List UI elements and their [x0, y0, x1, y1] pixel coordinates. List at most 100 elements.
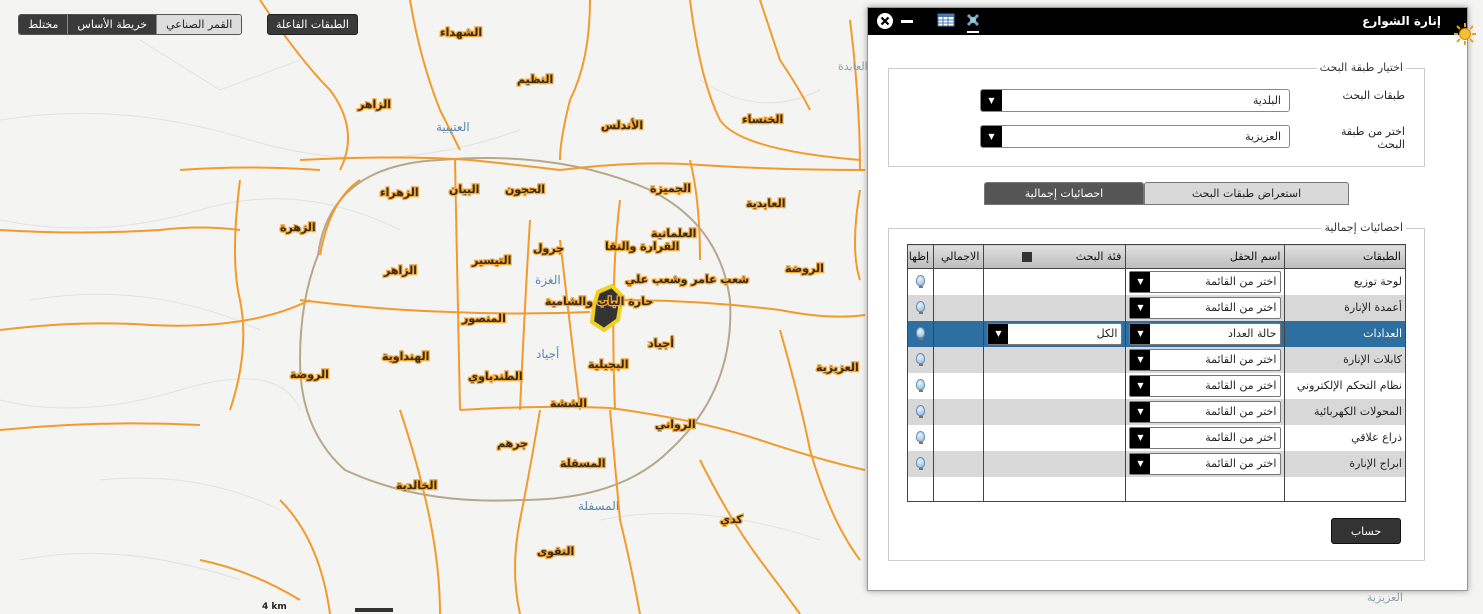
chevron-down-icon[interactable]: ▼ — [1130, 297, 1151, 318]
district-label: الزهراء — [380, 186, 419, 199]
field-select[interactable]: ▼ حالة العداد — [1129, 322, 1282, 345]
lightbulb-icon[interactable] — [916, 352, 925, 366]
total-cell — [933, 268, 985, 295]
district-label: الروضة — [290, 368, 329, 381]
table-row[interactable]: كابلات الإنارة ▼ اختر من القائمة — [906, 346, 1406, 373]
district-label: الهنداوية — [382, 350, 429, 363]
calculate-button[interactable]: حساب — [1331, 518, 1401, 544]
field-select-value: اختر من القائمة — [1205, 274, 1277, 288]
district-label: الجميزة — [650, 182, 691, 195]
total-cell — [933, 398, 985, 425]
sublayer-value: العزيزية — [1245, 130, 1281, 143]
table-row[interactable]: نظام التحكم الإلكتروني ▼ اختر من القائمة — [906, 372, 1406, 399]
checkbox-icon[interactable] — [1022, 252, 1033, 262]
chevron-down-icon[interactable]: ▼ — [1130, 453, 1151, 474]
field-select[interactable]: ▼ اختر من القائمة — [1129, 270, 1282, 293]
lightbulb-icon[interactable] — [916, 430, 925, 444]
table-header-row: الطبقات اسم الحقل فئة البحث الاجمالي إظه… — [906, 244, 1406, 269]
field-select-value: اختر من القائمة — [1205, 352, 1277, 366]
district-label: الزاهر — [357, 98, 391, 111]
tab-browse-search-layers[interactable]: استعراض طبقات البحث — [1144, 182, 1349, 205]
district-label: المسفلة — [560, 457, 606, 470]
table-row[interactable]: ذراع علاقي ▼ اختر من القائمة — [906, 424, 1406, 451]
layer-cell: لوحة توزيع — [1284, 268, 1406, 295]
minimize-icon[interactable] — [900, 12, 914, 30]
district-label: العابدية — [746, 197, 786, 210]
scale-bar — [355, 608, 393, 612]
category-cell — [983, 450, 1127, 477]
tools-icon[interactable] — [964, 12, 982, 34]
category-cell — [983, 268, 1127, 295]
table-row[interactable]: ابراج الإنارة ▼ اختر من القائمة — [906, 450, 1406, 477]
table-row-selected[interactable]: العدادات ▼ حالة العداد ▼ الكل — [906, 320, 1406, 347]
panel-title: إنارة الشوارع — [1362, 14, 1441, 28]
chevron-down-icon[interactable]: ▼ — [1130, 349, 1151, 370]
chevron-down-icon[interactable]: ▼ — [981, 90, 1002, 111]
search-layers-value: البلدية — [1252, 94, 1281, 107]
district-label: جرهم — [497, 437, 528, 450]
tab-summary-statistics[interactable]: احصائيات إجمالية — [984, 182, 1144, 205]
total-cell — [933, 424, 985, 451]
district-label: الطندباوي — [468, 370, 523, 383]
layer-cell: المحولات الكهربائية — [1284, 398, 1406, 425]
district-label: أجياد — [648, 336, 674, 350]
panel-header: إنارة الشوارع — [868, 8, 1476, 45]
lightbulb-icon[interactable] — [916, 404, 925, 418]
lightbulb-icon[interactable] — [916, 300, 925, 314]
field-select[interactable]: ▼ اختر من القائمة — [1129, 426, 1282, 449]
chevron-down-icon[interactable]: ▼ — [1130, 323, 1151, 344]
table-row[interactable]: المحولات الكهربائية ▼ اختر من القائمة — [906, 398, 1406, 425]
district-label: الخالدية — [396, 479, 437, 492]
category-select[interactable]: ▼ الكل — [987, 322, 1123, 345]
category-cell — [983, 372, 1127, 399]
chevron-down-icon[interactable]: ▼ — [1130, 375, 1151, 396]
field-select-value: اختر من القائمة — [1205, 378, 1277, 392]
field-select-value: اختر من القائمة — [1205, 456, 1277, 470]
field-select[interactable]: ▼ اختر من القائمة — [1129, 400, 1282, 423]
layer-cell: أعمدة الإنارة — [1284, 294, 1406, 321]
chevron-down-icon[interactable]: ▼ — [988, 323, 1009, 344]
column-header-field-name: اسم الحقل — [1125, 244, 1286, 269]
total-cell — [933, 372, 985, 399]
district-label: الروضة — [785, 262, 824, 275]
sun-icon — [1454, 23, 1476, 45]
search-layers-label: طبقات البحث — [1342, 89, 1405, 102]
lightbulb-icon[interactable] — [916, 274, 925, 288]
district-label: الشهداء — [440, 26, 482, 39]
field-select[interactable]: ▼ اختر من القائمة — [1129, 348, 1282, 371]
chevron-down-icon[interactable]: ▼ — [1130, 427, 1151, 448]
sublayer-select[interactable]: ▼ العزيزية — [980, 125, 1290, 148]
category-cell — [983, 424, 1127, 451]
district-label: البجيلية — [588, 358, 628, 371]
lightbulb-icon[interactable] — [916, 456, 925, 470]
field-select[interactable]: ▼ اختر من القائمة — [1129, 374, 1282, 397]
basemap-hybrid-button[interactable]: مختلط — [19, 15, 68, 34]
basemap-satellite-button[interactable]: القمر الصناعي — [156, 15, 242, 34]
lightbulb-icon[interactable] — [916, 326, 925, 340]
basemap-switcher: مختلط خريطة الأساس القمر الصناعي — [18, 14, 243, 35]
table-icon[interactable] — [937, 12, 955, 28]
search-layers-select[interactable]: ▼ البلدية — [980, 89, 1290, 112]
district-label: الزاهر — [383, 264, 417, 277]
district-label: كدي — [720, 513, 743, 526]
basemap-street-button[interactable]: خريطة الأساس — [67, 15, 157, 34]
column-header-layers: الطبقات — [1284, 244, 1406, 269]
search-layer-legend: اختيار طبقة البحث — [1316, 61, 1406, 74]
table-row[interactable]: أعمدة الإنارة ▼ اختر من القائمة — [906, 294, 1406, 321]
chevron-down-icon[interactable]: ▼ — [1130, 401, 1151, 422]
area-label: العزيزية — [1367, 591, 1403, 604]
statistics-legend: احصائيات إجمالية — [1321, 221, 1406, 234]
field-select[interactable]: ▼ اختر من القائمة — [1129, 296, 1282, 319]
chevron-down-icon[interactable]: ▼ — [1130, 271, 1151, 292]
table-row[interactable]: لوحة توزيع ▼ اختر من القائمة — [906, 268, 1406, 295]
scale-label: 4 km — [262, 602, 287, 612]
area-label: العتيبية — [436, 120, 470, 134]
category-cell — [983, 294, 1127, 321]
active-layers-button[interactable]: الطبقات الفاعلة — [267, 14, 358, 35]
chevron-down-icon[interactable]: ▼ — [981, 126, 1002, 147]
district-label: القرارة والنقا — [605, 240, 679, 253]
close-icon[interactable] — [876, 12, 894, 30]
field-select[interactable]: ▼ اختر من القائمة — [1129, 452, 1282, 475]
lightbulb-icon[interactable] — [916, 378, 925, 392]
column-header-search-category: فئة البحث — [983, 244, 1127, 269]
